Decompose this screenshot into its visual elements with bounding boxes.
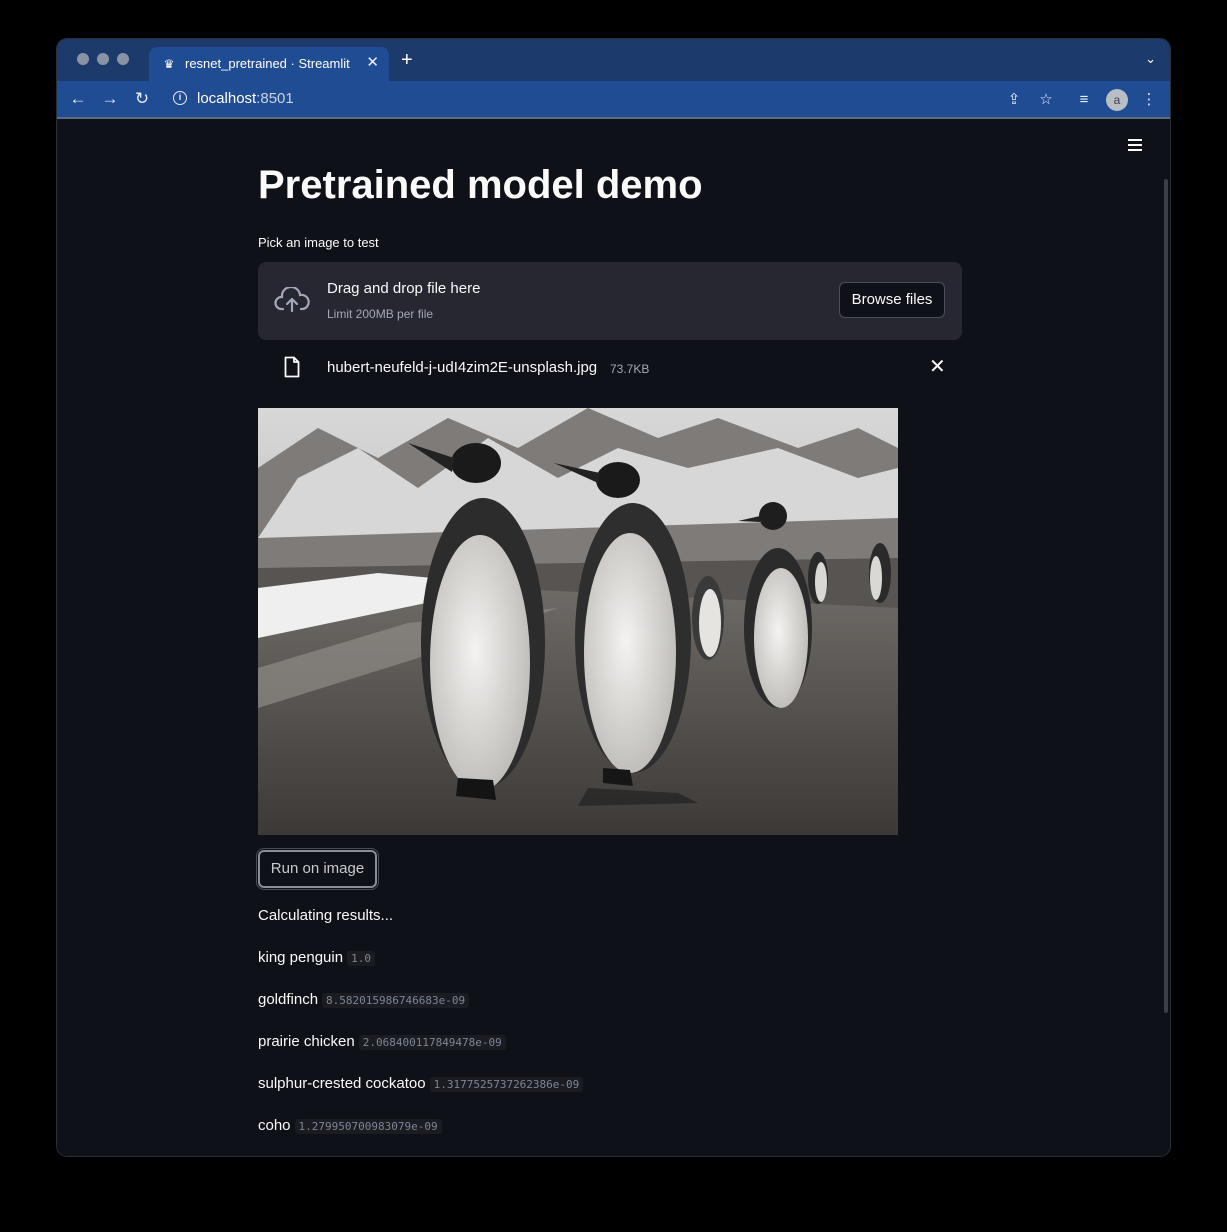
new-tab-icon[interactable]: +: [401, 50, 413, 70]
bookmark-star-icon[interactable]: ☆: [1035, 89, 1057, 111]
streamlit-crown-icon: ♛: [163, 57, 175, 71]
page-title: Pretrained model demo: [258, 163, 703, 207]
remove-file-icon[interactable]: ✕: [929, 354, 946, 379]
result-value: 1.0: [347, 951, 375, 966]
file-name: hubert-neufeld-j-udI4zim2E-unsplash.jpg: [327, 359, 598, 376]
browse-files-button[interactable]: Browse files: [839, 282, 945, 318]
result-label: prairie chicken: [258, 1033, 355, 1050]
forward-arrow-icon[interactable]: →: [99, 88, 121, 110]
result-item: goldfinch 8.582015986746683e-09: [258, 991, 470, 1008]
url-host: localhost: [197, 90, 257, 107]
browser-toolbar: ← → ↻ i localhost:8501 ⇪ ☆ ≡ a ⋮: [57, 81, 1170, 119]
reload-icon[interactable]: ↻: [131, 88, 153, 110]
result-item: king penguin 1.0: [258, 949, 375, 966]
tab-strip: ♛ resnet_pretrained · Streamlit ✕ + ⌄: [57, 39, 1170, 81]
scrollbar[interactable]: [1164, 179, 1168, 1013]
tab-resnet-pretrained[interactable]: ♛ resnet_pretrained · Streamlit ✕: [149, 47, 389, 81]
status-text: Calculating results...: [258, 907, 394, 924]
file-size: 73.7KB: [610, 362, 650, 376]
result-value: 1.279950700983079e-09: [294, 1119, 442, 1134]
file-icon: [284, 356, 300, 378]
profile-avatar[interactable]: a: [1106, 89, 1128, 111]
dropzone-limit: Limit 200MB per file: [327, 307, 434, 321]
result-item: prairie chicken 2.068400117849478e-09: [258, 1033, 506, 1050]
result-item: coho 1.279950700983079e-09: [258, 1117, 442, 1134]
result-label: goldfinch: [258, 991, 319, 1008]
uploaded-file-row: hubert-neufeld-j-udI4zim2E-unsplash.jpg …: [258, 351, 962, 391]
back-arrow-icon[interactable]: ←: [67, 88, 89, 110]
result-label: sulphur-crested cockatoo: [258, 1075, 426, 1092]
result-label: coho: [258, 1117, 291, 1134]
more-menu-icon[interactable]: ⋮: [1138, 89, 1160, 111]
media-control-icon[interactable]: ≡: [1073, 89, 1095, 111]
result-value: 8.582015986746683e-09: [322, 993, 470, 1008]
result-label: king penguin: [258, 949, 344, 966]
hamburger-menu-icon[interactable]: [1128, 139, 1142, 154]
address-bar[interactable]: localhost:8501: [197, 90, 294, 108]
share-icon[interactable]: ⇪: [1003, 89, 1025, 111]
close-window-button[interactable]: [77, 53, 89, 65]
cloud-upload-icon: [274, 287, 310, 313]
chevron-down-icon[interactable]: ⌄: [1145, 51, 1156, 67]
maximize-window-button[interactable]: [117, 53, 129, 65]
dropzone-title: Drag and drop file here: [327, 280, 481, 297]
url-port: :8501: [256, 90, 294, 107]
uploaded-penguin-image: [258, 408, 898, 835]
site-info-icon[interactable]: i: [173, 91, 187, 105]
result-value: 1.3177525737262386e-09: [429, 1077, 584, 1092]
streamlit-page: Pretrained model demo Pick an image to t…: [57, 119, 1170, 1156]
browser-window: ♛ resnet_pretrained · Streamlit ✕ + ⌄ ← …: [57, 39, 1170, 1156]
file-dropzone[interactable]: Drag and drop file here Limit 200MB per …: [258, 262, 962, 340]
uploader-label: Pick an image to test: [258, 235, 379, 250]
tab-title: resnet_pretrained · Streamlit: [185, 56, 350, 71]
result-item: sulphur-crested cockatoo 1.31775257372623…: [258, 1075, 584, 1092]
minimize-window-button[interactable]: [97, 53, 109, 65]
close-tab-icon[interactable]: ✕: [366, 55, 379, 71]
run-on-image-button[interactable]: Run on image: [256, 848, 379, 890]
result-value: 2.068400117849478e-09: [358, 1035, 506, 1050]
